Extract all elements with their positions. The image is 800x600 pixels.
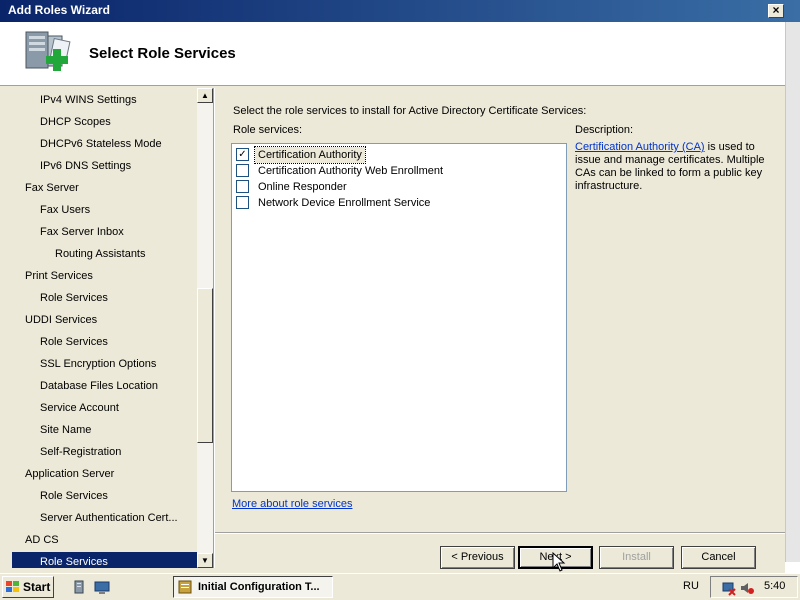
button-divider <box>215 532 785 534</box>
cancel-button[interactable]: Cancel <box>681 546 756 569</box>
role-service-certification-authority[interactable]: ✓ Certification Authority <box>236 146 366 164</box>
role-services-list[interactable]: ✓ Certification Authority Certification A… <box>231 143 567 492</box>
install-button[interactable]: Install <box>599 546 674 569</box>
nav-item-routing-assistants[interactable]: Routing Assistants <box>12 244 197 264</box>
role-services-label: Role services: <box>233 124 303 136</box>
server-manager-icon[interactable] <box>72 579 88 595</box>
nav-item-adcs-role-services[interactable]: Role Services <box>12 552 197 568</box>
network-disconnected-icon[interactable] <box>721 580 737 596</box>
nav-item-self-registration[interactable]: Self-Registration <box>12 442 197 462</box>
nav-divider <box>213 88 215 568</box>
nav-scrollbar[interactable]: ▲ ▼ <box>197 88 213 568</box>
system-tray: 5:40 <box>710 576 798 598</box>
page-title: Select Role Services <box>89 45 236 62</box>
start-label: Start <box>23 580 51 594</box>
nav-item-ad-cs[interactable]: AD CS <box>12 530 197 550</box>
language-indicator[interactable]: RU <box>683 580 699 592</box>
wizard-nav: IPv4 WINS Settings DHCP Scopes DHCPv6 St… <box>12 88 197 568</box>
ca-description-link[interactable]: Certification Authority (CA) <box>575 141 705 153</box>
taskbar-initial-configuration[interactable]: Initial Configuration T... <box>173 576 333 598</box>
windows-logo-icon <box>6 581 19 592</box>
wizard-header: Select Role Services <box>0 22 785 86</box>
nav-item-server-auth-cert[interactable]: Server Authentication Cert... <box>12 508 197 528</box>
volume-muted-icon[interactable] <box>739 580 755 596</box>
mouse-cursor-icon <box>552 552 566 572</box>
scroll-up-button[interactable]: ▲ <box>197 88 213 103</box>
nav-item-dhcp-scopes[interactable]: DHCP Scopes <box>12 112 197 132</box>
nav-item-app-role-services[interactable]: Role Services <box>12 486 197 506</box>
title-bar[interactable]: Add Roles Wizard × <box>0 0 800 22</box>
window-title: Add Roles Wizard <box>8 3 110 17</box>
server-add-icon <box>25 31 71 71</box>
role-service-ndes[interactable]: Network Device Enrollment Service <box>236 195 433 211</box>
nav-item-uddi-services[interactable]: UDDI Services <box>12 310 197 330</box>
checkbox-online-responder[interactable] <box>236 179 249 193</box>
checkbox-certification-authority[interactable]: ✓ <box>236 147 249 161</box>
instruction-text: Select the role services to install for … <box>233 105 587 117</box>
description-text: Certification Authority (CA) is used to … <box>575 141 770 193</box>
background-strip <box>785 22 800 573</box>
more-about-role-services-link[interactable]: More about role services <box>232 498 352 510</box>
nav-item-application-server[interactable]: Application Server <box>12 464 197 484</box>
nav-item-uddi-role-services[interactable]: Role Services <box>12 332 197 352</box>
scroll-down-button[interactable]: ▼ <box>197 553 213 568</box>
start-button[interactable]: Start <box>2 576 54 598</box>
checkbox-web-enrollment[interactable] <box>236 163 249 177</box>
close-button[interactable]: × <box>768 4 784 18</box>
nav-item-print-role-services[interactable]: Role Services <box>12 288 197 308</box>
nav-item-database-files[interactable]: Database Files Location <box>12 376 197 396</box>
nav-item-ipv4-wins[interactable]: IPv4 WINS Settings <box>12 90 197 110</box>
nav-item-site-name[interactable]: Site Name <box>12 420 197 440</box>
scroll-thumb[interactable] <box>197 288 213 443</box>
configuration-icon <box>178 580 192 594</box>
role-service-web-enrollment[interactable]: Certification Authority Web Enrollment <box>236 163 446 179</box>
description-label: Description: <box>575 124 634 136</box>
role-service-online-responder[interactable]: Online Responder <box>236 179 350 195</box>
clock[interactable]: 5:40 <box>764 580 785 592</box>
nav-item-dhcpv6[interactable]: DHCPv6 Stateless Mode <box>12 134 197 154</box>
nav-item-print-services[interactable]: Print Services <box>12 266 197 286</box>
task-label: Initial Configuration T... <box>198 581 320 593</box>
checkbox-ndes[interactable] <box>236 195 249 209</box>
show-desktop-icon[interactable] <box>94 579 110 595</box>
wizard-window: Add Roles Wizard × Select Role Services … <box>0 0 800 573</box>
nav-item-fax-inbox[interactable]: Fax Server Inbox <box>12 222 197 242</box>
background-bar <box>785 22 800 562</box>
nav-item-fax-users[interactable]: Fax Users <box>12 200 197 220</box>
nav-item-fax-server[interactable]: Fax Server <box>12 178 197 198</box>
previous-button[interactable]: < Previous <box>440 546 515 569</box>
nav-item-ipv6-dns[interactable]: IPv6 DNS Settings <box>12 156 197 176</box>
nav-item-service-account[interactable]: Service Account <box>12 398 197 418</box>
taskbar: Start Initial Configuration T... RU 5:40 <box>0 573 800 600</box>
nav-item-ssl-encryption[interactable]: SSL Encryption Options <box>12 354 197 374</box>
